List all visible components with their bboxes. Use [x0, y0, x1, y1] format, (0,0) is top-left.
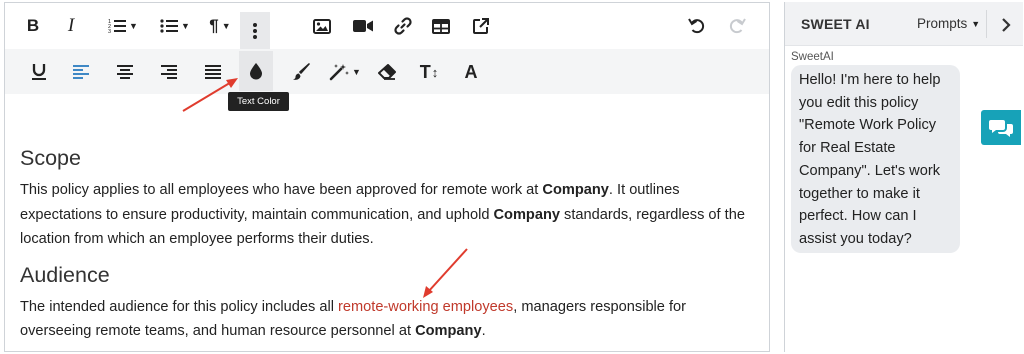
- paragraph-icon: ¶: [209, 16, 219, 35]
- chevron-down-icon: ▼: [129, 21, 138, 31]
- redo-icon: [729, 18, 746, 34]
- insert-table-button[interactable]: [427, 10, 455, 42]
- prompts-dropdown[interactable]: Prompts ▼: [917, 16, 980, 31]
- chevron-down-icon: ▼: [221, 21, 231, 31]
- section-paragraph-audience: The intended audience for this policy in…: [20, 298, 686, 340]
- divider: [986, 10, 987, 38]
- insert-link-button[interactable]: [389, 10, 417, 42]
- chevron-down-icon: ▼: [971, 18, 981, 29]
- magic-wand-icon: [329, 64, 350, 81]
- assistant-message: Hello! I'm here to help you edit this po…: [791, 65, 960, 253]
- red-colored-text: remote-working employees: [338, 298, 514, 315]
- droplet-icon: [250, 63, 262, 80]
- unordered-list-icon: [160, 19, 179, 33]
- magic-wand-button[interactable]: ▼: [325, 56, 365, 88]
- underline-button[interactable]: [25, 56, 53, 88]
- align-right-button[interactable]: [155, 56, 183, 88]
- ordered-list-button[interactable]: 1 2 3 ▼: [101, 10, 145, 42]
- svg-text:3: 3: [108, 29, 111, 34]
- link-icon: [394, 17, 412, 35]
- align-center-icon: [117, 65, 133, 79]
- more-vertical-icon: [253, 23, 257, 39]
- text-color-button[interactable]: [239, 51, 273, 91]
- align-left-icon: [73, 65, 89, 79]
- video-icon: [353, 20, 373, 32]
- chevron-right-icon: [1002, 18, 1011, 32]
- message-sender: SweetAI: [791, 51, 834, 63]
- collapse-panel-button[interactable]: [995, 14, 1017, 36]
- external-link-icon: [473, 18, 489, 34]
- underline-icon: [32, 64, 46, 80]
- section-paragraph-scope: This policy applies to all employees who…: [20, 182, 745, 247]
- arrows-vertical-icon: ↕: [431, 64, 439, 80]
- undo-button[interactable]: [683, 10, 711, 42]
- ai-assistant-panel: SWEET AI Prompts ▼ SweetAI Hello! I'm he…: [784, 2, 1023, 352]
- ordered-list-icon: 1 2 3: [108, 19, 127, 34]
- font-family-button[interactable]: A: [457, 56, 485, 88]
- unordered-list-button[interactable]: ▼: [153, 10, 197, 42]
- text-size-icon: T: [419, 61, 431, 82]
- app-frame: B I 1 2 3 ▼ ▼ ¶ ▼ ▼ T ↕ A Text Color Sco…: [0, 0, 1024, 354]
- prompts-label: Prompts: [917, 16, 968, 31]
- chat-bubbles-icon: [989, 119, 1013, 137]
- align-right-icon: [161, 65, 177, 79]
- table-icon: [432, 18, 450, 34]
- panel-title: SWEET AI: [801, 16, 870, 32]
- bold-icon: B: [26, 16, 40, 35]
- image-icon: [313, 18, 331, 34]
- toolbar-secondary: ▼ T ↕ A: [5, 49, 769, 94]
- eraser-icon: [378, 64, 396, 80]
- brush-button[interactable]: [287, 56, 315, 88]
- italic-button[interactable]: I: [59, 10, 83, 42]
- insert-image-button[interactable]: [308, 10, 336, 42]
- panel-header: SWEET AI Prompts ▼: [785, 2, 1023, 46]
- insert-video-button[interactable]: [349, 10, 377, 42]
- text-size-button[interactable]: T ↕: [415, 56, 443, 88]
- tooltip: Text Color: [228, 92, 289, 111]
- brush-icon: [293, 63, 310, 80]
- chevron-down-icon: ▼: [352, 67, 361, 77]
- section-heading-scope: Scope: [20, 146, 81, 170]
- italic-icon: I: [67, 15, 75, 36]
- rich-text-editor: B I 1 2 3 ▼ ▼ ¶ ▼ ▼ T ↕ A Text Color Sco…: [4, 2, 770, 352]
- bold-button[interactable]: B: [21, 10, 45, 42]
- align-left-button[interactable]: [67, 56, 95, 88]
- font-icon: A: [464, 61, 478, 82]
- redo-button[interactable]: [723, 10, 751, 42]
- undo-icon: [688, 18, 705, 34]
- more-button[interactable]: [240, 12, 270, 50]
- eraser-button[interactable]: [373, 56, 401, 88]
- document-body[interactable]: Scope This policy applies to all employe…: [20, 145, 760, 351]
- chevron-down-icon: ▼: [181, 21, 190, 31]
- align-center-button[interactable]: [111, 56, 139, 88]
- align-justify-button[interactable]: [199, 56, 227, 88]
- align-justify-icon: [205, 65, 221, 79]
- section-heading-audience: Audience: [20, 262, 110, 287]
- toolbar-primary: B I 1 2 3 ▼ ▼ ¶ ▼: [5, 3, 769, 50]
- paragraph-format-button[interactable]: ¶ ▼: [203, 10, 237, 42]
- external-link-button[interactable]: [467, 10, 495, 42]
- chat-toggle-button[interactable]: [981, 110, 1021, 145]
